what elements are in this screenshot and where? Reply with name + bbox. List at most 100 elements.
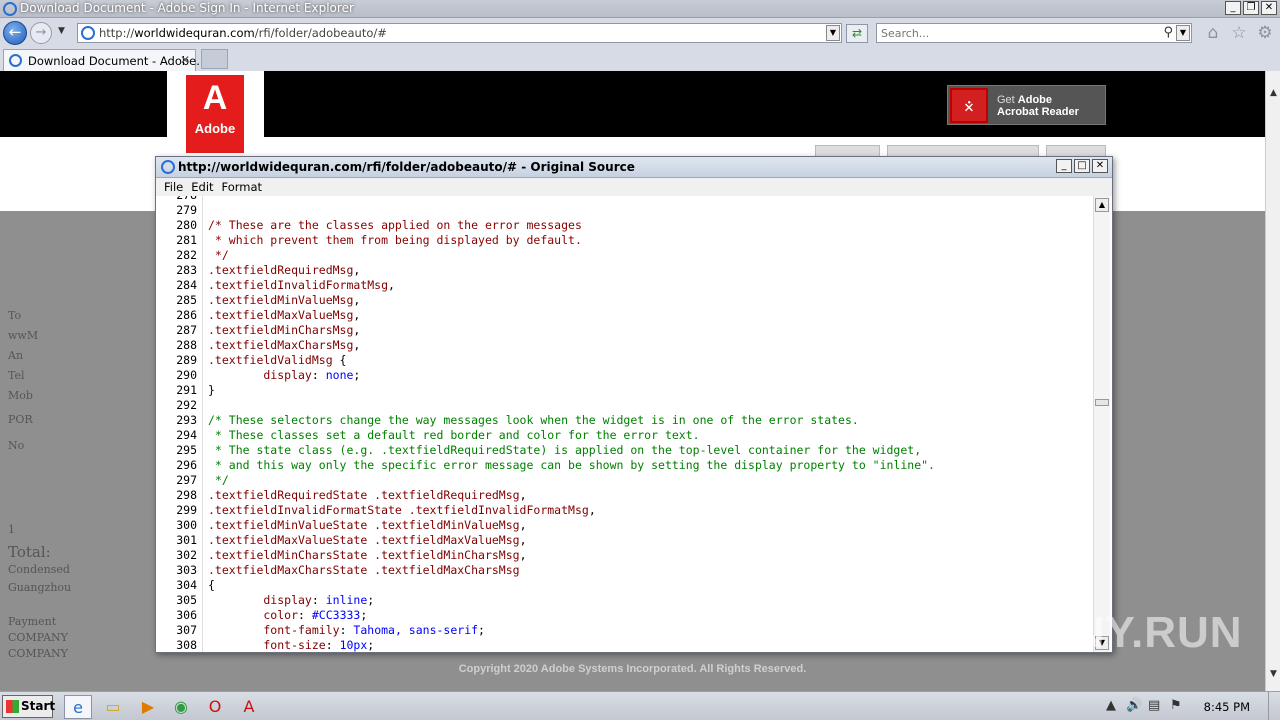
sheet-text: To xyxy=(8,309,22,322)
code-token: .textfieldRequiredMsg xyxy=(208,263,354,277)
scroll-up-icon[interactable]: ▲ xyxy=(1266,85,1280,102)
action-center-flag-icon[interactable]: ⚑ xyxy=(1170,698,1182,713)
code-token: , xyxy=(353,338,361,352)
favorites-star-icon[interactable]: ☆ xyxy=(1230,23,1248,43)
history-dropdown-icon[interactable]: ▼ xyxy=(58,26,65,36)
scroll-up-icon[interactable]: ▲ xyxy=(1095,198,1109,212)
line-number: 292 xyxy=(176,398,197,412)
code-token: ; xyxy=(360,608,368,622)
source-close-button[interactable]: ✕ xyxy=(1092,159,1108,173)
media-player-icon[interactable]: ▶ xyxy=(134,695,162,719)
code-token: none xyxy=(325,368,354,382)
code-line: /* These are the classes applied on the … xyxy=(208,218,582,233)
code-token: , xyxy=(588,503,596,517)
home-icon[interactable]: ⌂ xyxy=(1204,23,1222,43)
browser-title-bar: Download Document - Adobe Sign In - Inte… xyxy=(0,0,1280,18)
menu-file[interactable]: File xyxy=(164,178,183,196)
code-area[interactable]: /* These are the classes applied on the … xyxy=(208,196,1088,652)
reader-brand: Adobe xyxy=(1017,94,1053,106)
line-number: 281 xyxy=(176,233,197,247)
source-scrollbar[interactable]: ▲ ▼ xyxy=(1093,196,1110,652)
sheet-text: wwM xyxy=(8,329,39,342)
scroll-down-icon[interactable]: ▼ xyxy=(1266,666,1280,683)
minimize-button[interactable]: _ xyxy=(1225,1,1241,15)
code-token: , xyxy=(519,533,527,547)
code-token: .textfieldMaxCharsMsg xyxy=(208,338,354,352)
maximize-button[interactable]: ❐ xyxy=(1243,1,1259,15)
sheet-text: COMPANY xyxy=(8,647,68,660)
line-number: 296 xyxy=(176,458,197,472)
code-token: , xyxy=(353,263,361,277)
line-number: 287 xyxy=(176,323,197,337)
code-token: ; xyxy=(353,368,361,382)
line-number: 294 xyxy=(176,428,197,442)
source-code-editor[interactable]: 2782792802812822832842852862872882892902… xyxy=(156,196,1112,652)
code-line: .textfieldInvalidFormatMsg, xyxy=(208,278,395,293)
close-tab-icon[interactable]: ✕ xyxy=(180,53,190,67)
code-token: color xyxy=(208,608,299,622)
search-dropdown-icon[interactable]: ▼ xyxy=(1176,25,1190,41)
refresh-button[interactable]: ⇄ xyxy=(846,24,868,43)
line-number: 304 xyxy=(176,578,197,592)
code-line: .textfieldInvalidFormatState .textfieldI… xyxy=(208,503,596,518)
line-number: 279 xyxy=(176,203,197,217)
back-button[interactable]: ← xyxy=(3,21,27,45)
adobe-a-icon: A xyxy=(202,79,228,117)
search-input[interactable] xyxy=(881,25,1151,41)
scroll-thumb[interactable] xyxy=(1095,399,1109,406)
url-path: /rfi/folder/adobeauto/# xyxy=(254,26,387,40)
system-tray: ▲ 🔊 ▤ ⚑ 8:45 PM xyxy=(1100,692,1280,720)
forward-button[interactable]: → xyxy=(30,22,52,44)
code-line: /* These selectors change the way messag… xyxy=(208,413,859,428)
source-window-title: http://worldwidequran.com/rfi/folder/ado… xyxy=(178,160,635,174)
get-acrobat-reader-button[interactable]: ⨰ Get Adobe Acrobat Reader xyxy=(947,85,1106,125)
sheet-text: 1 xyxy=(8,523,15,536)
code-token: .textfieldValidMsg xyxy=(208,353,333,367)
close-button[interactable]: ✕ xyxy=(1261,1,1277,15)
code-line: display: none; xyxy=(208,368,360,383)
ie-icon xyxy=(3,2,17,16)
menu-edit[interactable]: Edit xyxy=(191,178,213,196)
source-minimize-button[interactable]: _ xyxy=(1056,159,1072,173)
gear-icon[interactable]: ⚙ xyxy=(1256,23,1274,43)
ie-icon[interactable]: e xyxy=(64,695,92,719)
address-url[interactable]: http://worldwidequran.com/rfi/folder/ado… xyxy=(99,26,387,40)
folder-icon[interactable]: ▭ xyxy=(99,695,127,719)
start-button[interactable]: Start xyxy=(2,695,55,718)
code-line: font-family: Tahoma, sans-serif; xyxy=(208,623,485,638)
code-token: */ xyxy=(208,473,229,487)
line-number-gutter: 2782792802812822832842852862872882892902… xyxy=(156,196,203,652)
search-icon[interactable]: ⚲ xyxy=(1163,25,1173,40)
ie-icon xyxy=(161,160,175,174)
code-token: { xyxy=(208,578,215,592)
line-number: 298 xyxy=(176,488,197,502)
source-maximize-button[interactable]: □ xyxy=(1074,159,1090,173)
clock[interactable]: 8:45 PM xyxy=(1204,700,1250,714)
address-bar[interactable]: http://worldwidequran.com/rfi/folder/ado… xyxy=(77,23,842,43)
line-number: 302 xyxy=(176,548,197,562)
tray-arrow-icon[interactable]: ▲ xyxy=(1106,698,1116,713)
chrome-icon[interactable]: ◉ xyxy=(167,695,195,719)
volume-icon[interactable]: 🔊 xyxy=(1126,698,1142,713)
network-icon[interactable]: ▤ xyxy=(1148,698,1160,713)
code-token: 10px xyxy=(339,638,368,652)
opera-icon[interactable]: O xyxy=(201,695,229,719)
address-dropdown-icon[interactable]: ▼ xyxy=(826,25,840,41)
search-box[interactable]: ⚲ ▼ xyxy=(876,23,1192,43)
source-title-bar[interactable]: http://worldwidequran.com/rfi/folder/ado… xyxy=(156,157,1112,178)
page-scrollbar[interactable]: ▲ ▼ xyxy=(1265,71,1280,691)
code-token: : xyxy=(325,638,340,652)
code-line: .textfieldMinCharsMsg, xyxy=(208,323,360,338)
reader-line2: Acrobat Reader xyxy=(997,106,1079,118)
copyright-text: Copyright 2020 Adobe Systems Incorporate… xyxy=(458,663,807,675)
ie-page-icon xyxy=(9,54,22,67)
menu-format[interactable]: Format xyxy=(222,178,263,196)
code-token: , xyxy=(353,308,361,322)
code-token: #CC3333 xyxy=(311,608,361,622)
background-spreadsheet: To wwM An Tel Mob POR No 1 Total: Conden… xyxy=(0,211,160,691)
new-tab-button[interactable] xyxy=(201,49,228,69)
show-desktop-button[interactable] xyxy=(1268,692,1280,720)
acrobat-icon[interactable]: A xyxy=(235,695,263,719)
code-line: * The state class (e.g. .textfieldRequir… xyxy=(208,443,921,458)
tab-download-document[interactable]: Download Document - Adobe... ✕ xyxy=(3,49,207,71)
